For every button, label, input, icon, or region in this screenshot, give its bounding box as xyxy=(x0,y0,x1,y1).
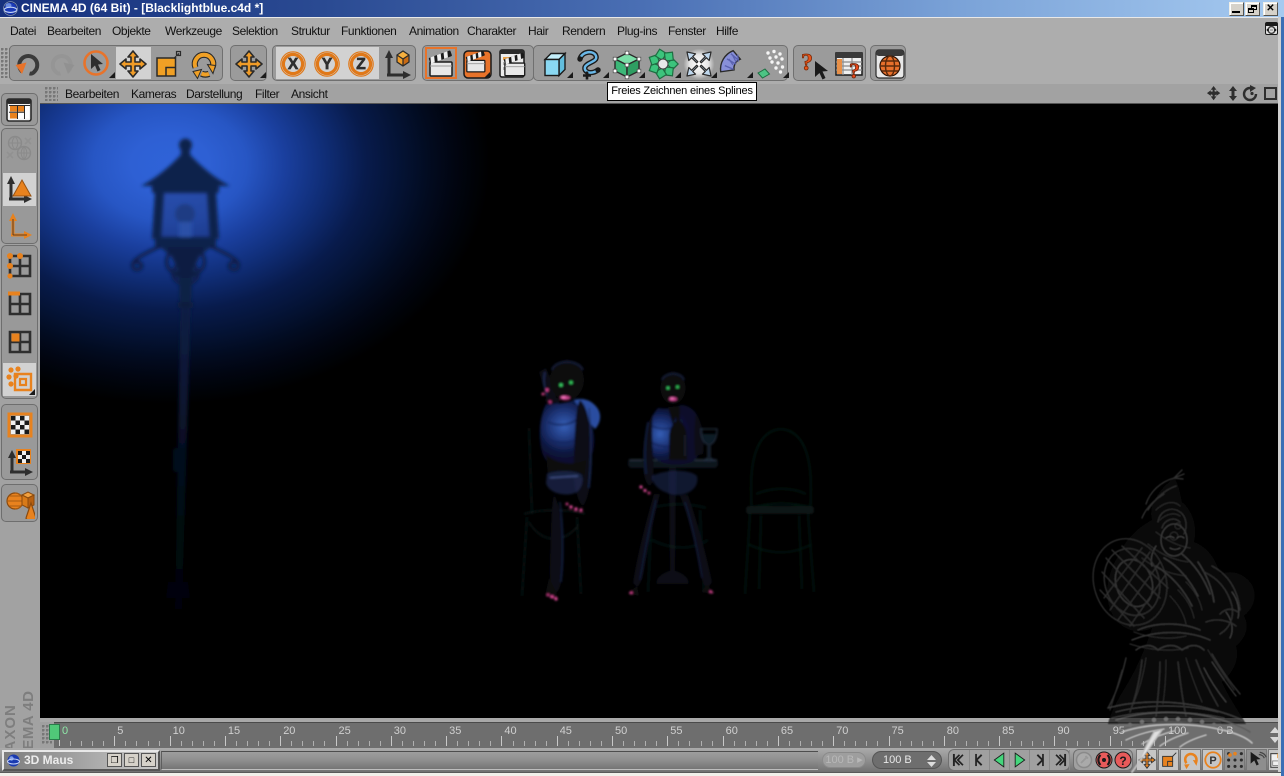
svg-text:Z: Z xyxy=(356,56,366,73)
svg-text:?: ? xyxy=(849,58,860,80)
svg-text:?: ? xyxy=(1119,754,1126,768)
svg-text:P: P xyxy=(1209,755,1216,767)
svg-text:Y: Y xyxy=(322,56,333,73)
svg-text:X: X xyxy=(288,56,299,73)
svg-text:?: ? xyxy=(801,50,813,76)
